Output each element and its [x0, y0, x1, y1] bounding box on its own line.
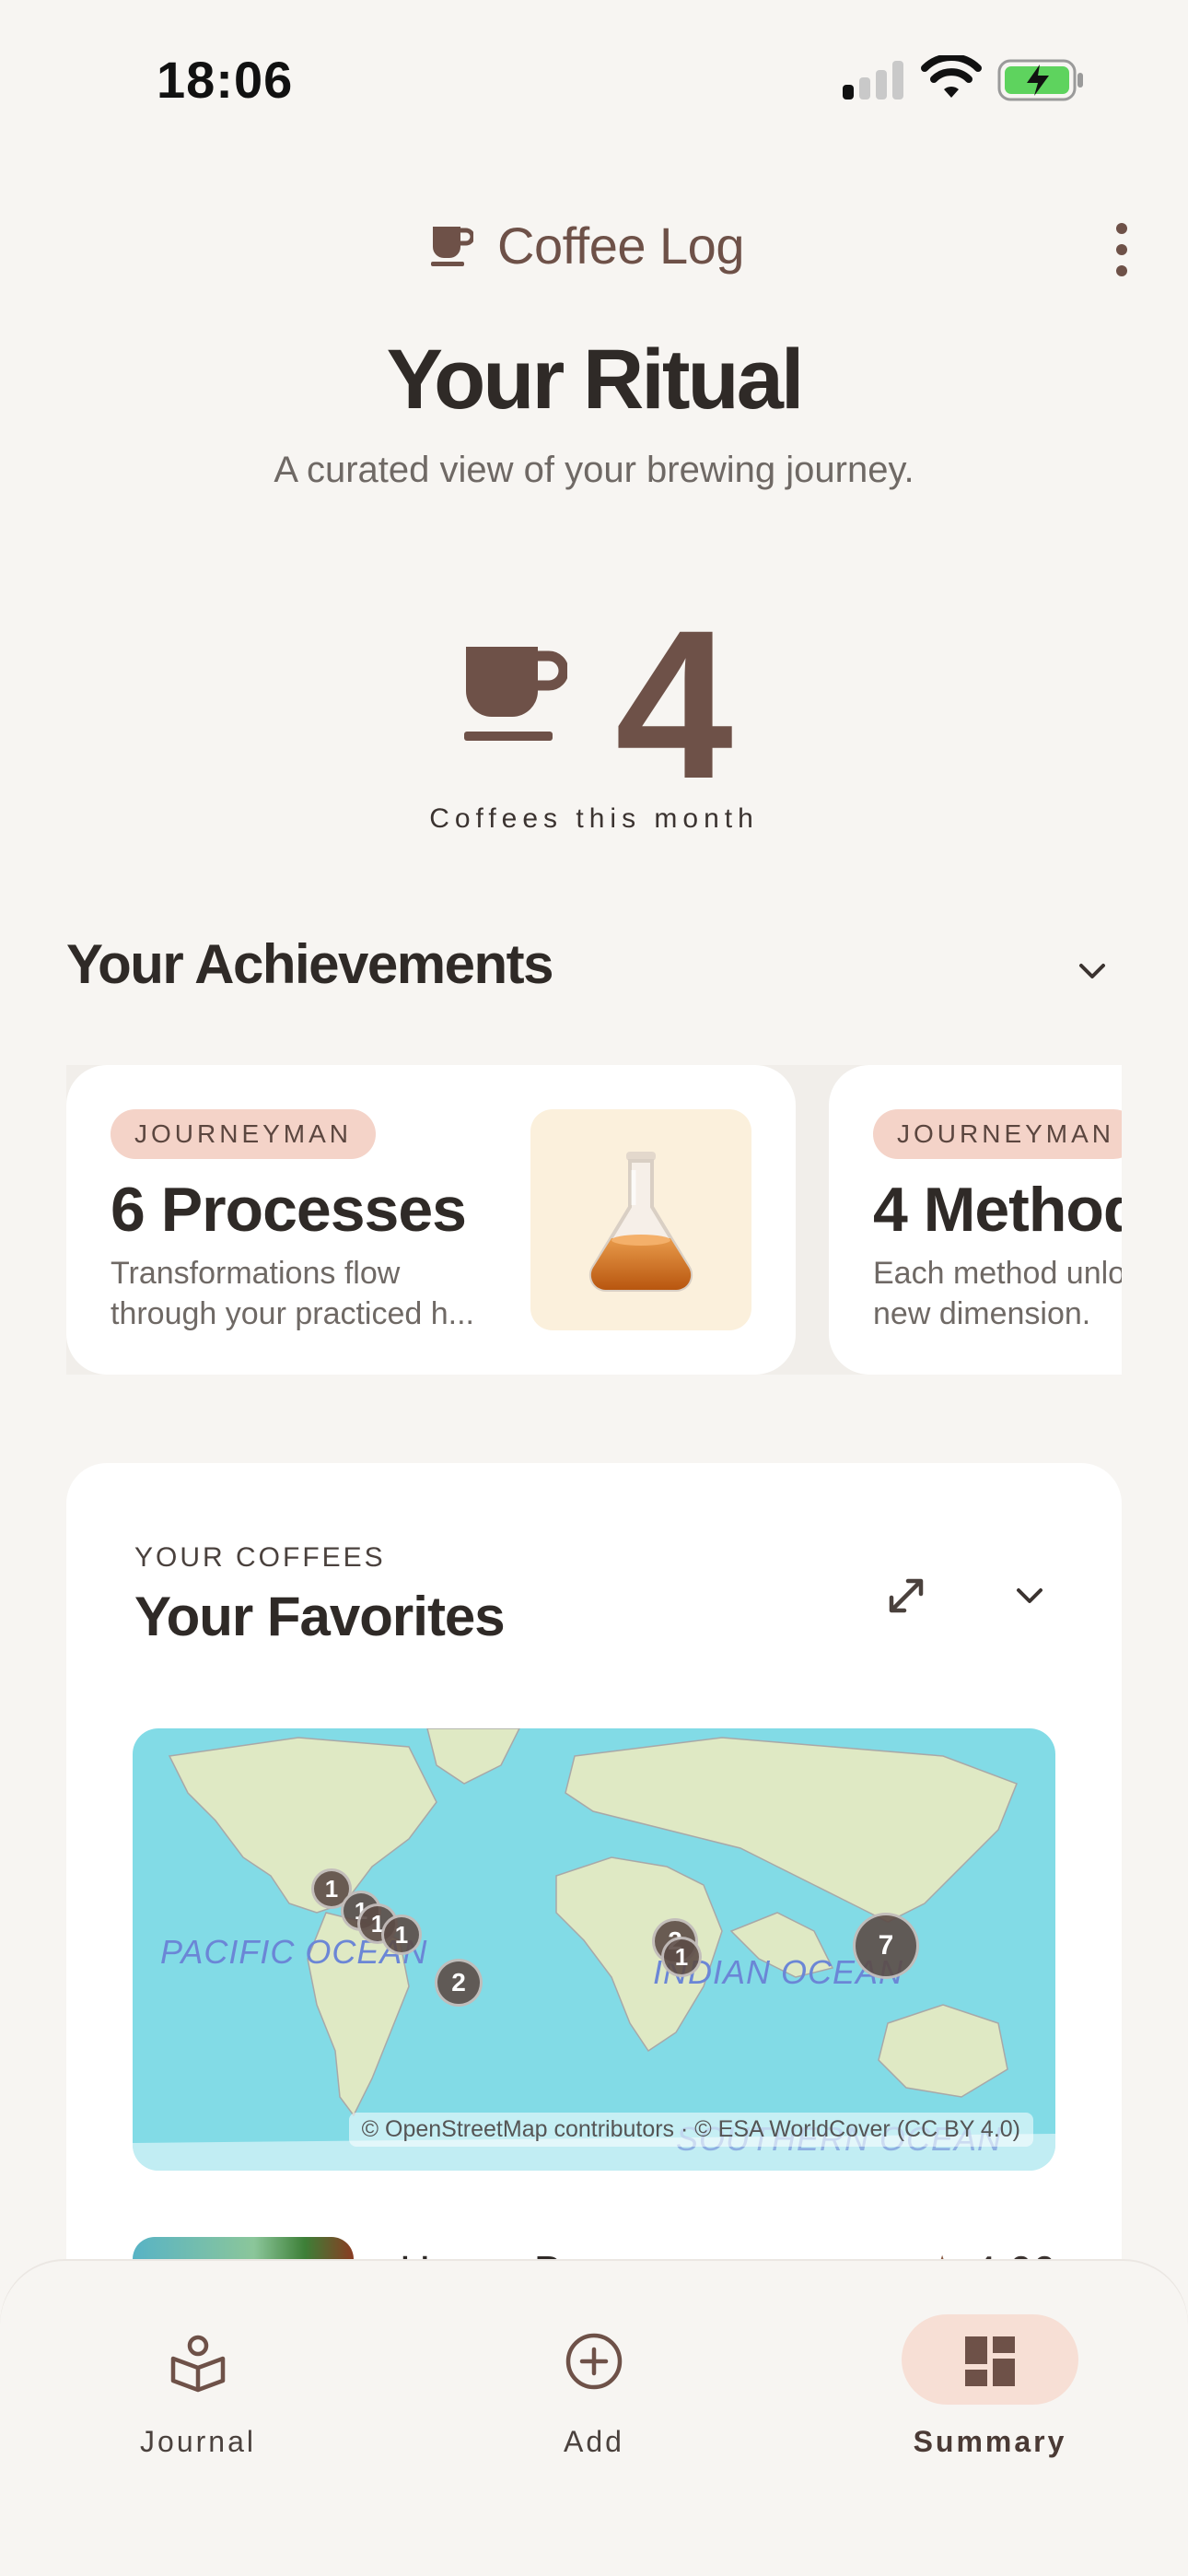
- achievements-header[interactable]: Your Achievements: [66, 932, 1122, 1006]
- achievement-card[interactable]: JOURNEYMAN 6 Processes Transformations f…: [66, 1065, 796, 1375]
- add-circle-icon: [565, 2333, 623, 2390]
- flask-icon: [588, 1152, 693, 1293]
- nav-add[interactable]: Add: [483, 2314, 705, 2471]
- favorites-kicker: YOUR COFFEES: [134, 1542, 386, 1573]
- nav-label: Add: [564, 2425, 624, 2458]
- achievements-title: Your Achievements: [66, 933, 554, 995]
- app-title: Coffee Log: [497, 217, 744, 275]
- dashboard-icon: [965, 2336, 1015, 2386]
- achievement-card[interactable]: JOURNEYMAN 4 Methods Each method unlocks…: [829, 1065, 1122, 1375]
- chevron-down-icon[interactable]: [1074, 953, 1111, 989]
- chevron-down-icon[interactable]: [1011, 1577, 1048, 1614]
- coffee-cup-icon: [464, 647, 567, 741]
- map-attribution[interactable]: © OpenStreetMap contributors · © ESA Wor…: [348, 2113, 1033, 2147]
- nav-label: Journal: [140, 2425, 256, 2458]
- page-subtitle: A curated view of your brewing journey.: [274, 450, 914, 490]
- map-cluster-marker[interactable]: 2: [435, 1959, 483, 2007]
- app-brand: Coffee Log: [429, 216, 744, 275]
- favorites-title: Your Favorites: [134, 1586, 506, 1647]
- bottom-navigation: Journal Add Summary: [0, 2261, 1188, 2576]
- wifi-icon: [921, 55, 982, 98]
- status-time: 18:06: [157, 51, 294, 109]
- map-cluster-marker[interactable]: 1: [661, 1937, 702, 1977]
- achievement-title: 4 Methods: [873, 1175, 1122, 1245]
- coffee-cup-icon: [431, 226, 473, 266]
- more-options-icon[interactable]: [1101, 217, 1142, 282]
- app-header: Coffee Log: [0, 203, 1188, 295]
- monthly-stat: 4 Coffees this month: [0, 599, 1188, 838]
- nav-journal[interactable]: Journal: [87, 2314, 309, 2471]
- map-cluster-marker[interactable]: 7: [853, 1913, 919, 1979]
- achievement-art: [530, 1109, 751, 1330]
- battery-icon: [997, 59, 1083, 101]
- coffee-count: 4: [615, 586, 733, 823]
- page-title: Your Ritual: [386, 333, 805, 427]
- map-cluster-marker[interactable]: 1: [381, 1914, 422, 1955]
- achievement-description: Transformations flow through your practi…: [111, 1256, 475, 1331]
- status-bar: 18:06: [0, 0, 1188, 157]
- signal-icon: [843, 61, 905, 100]
- achievement-badge: JOURNEYMAN: [111, 1109, 377, 1159]
- achievement-title: 6 Processes: [111, 1175, 467, 1245]
- achievements-carousel[interactable]: JOURNEYMAN 6 Processes Transformations f…: [66, 1065, 1122, 1375]
- achievement-badge: JOURNEYMAN: [873, 1109, 1122, 1159]
- nav-label: Summary: [913, 2425, 1067, 2458]
- journal-icon: [170, 2335, 226, 2393]
- achievement-description: Each method unlocks a new dimension.: [873, 1256, 1122, 1331]
- coffee-origins-map[interactable]: PACIFIC OCEAN INDIAN OCEAN SOUTHERN OCEA…: [133, 1728, 1055, 2171]
- nav-summary[interactable]: Summary: [879, 2314, 1101, 2471]
- expand-icon[interactable]: [882, 1572, 930, 1620]
- coffee-count-label: Coffees this month: [429, 803, 759, 834]
